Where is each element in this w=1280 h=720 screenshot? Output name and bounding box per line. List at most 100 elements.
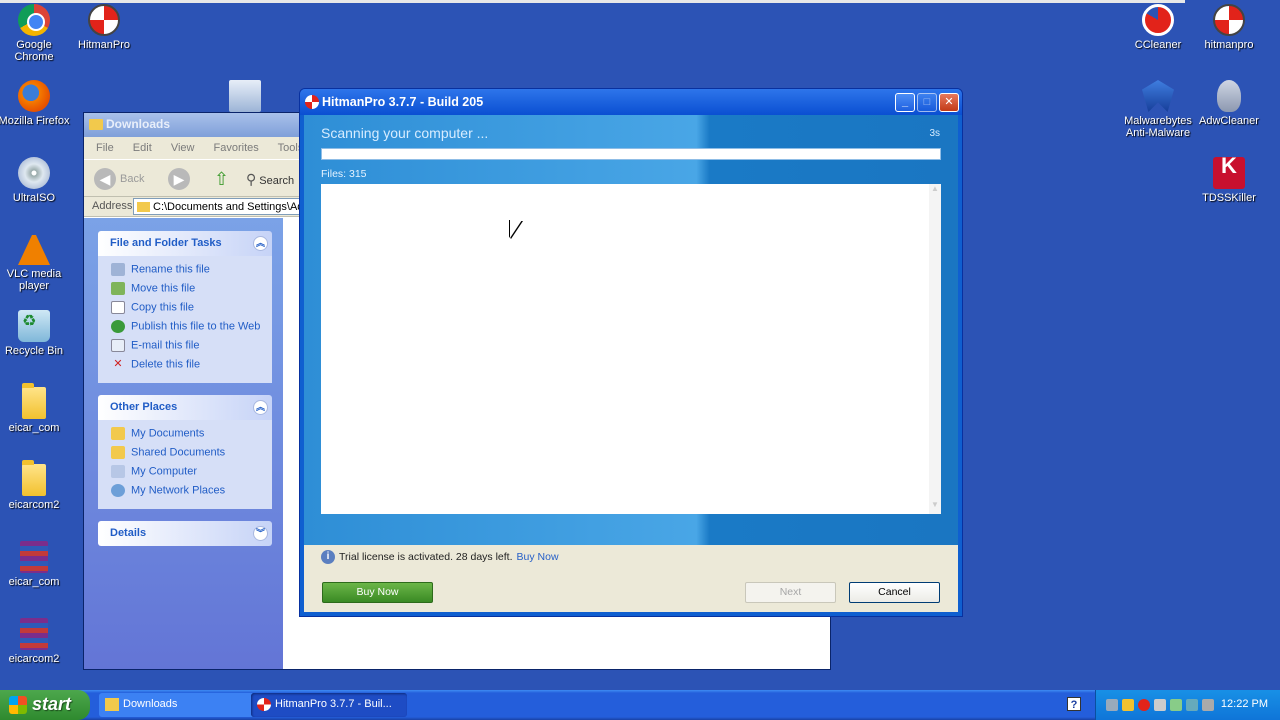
buy-now-button[interactable]: Buy Now (322, 582, 433, 603)
desktop-icon-eicar-com-archive[interactable]: eicar_com (0, 541, 72, 588)
desktop-icon-eicar-com-folder[interactable]: eicar_com (0, 383, 72, 434)
desktop-icon-hitmanpro[interactable]: HitmanPro (66, 4, 142, 51)
task-move[interactable]: Move this file (111, 282, 272, 301)
taskbar-item-hitmanpro[interactable]: HitmanPro 3.7.7 - Buil... (251, 693, 407, 717)
desktop-icon-label: hitmanpro (1204, 39, 1254, 51)
desktop-icon-tdsskiller[interactable]: TDSSKiller (1191, 157, 1267, 204)
folder-icon (111, 446, 125, 459)
close-button[interactable]: ✕ (939, 93, 959, 112)
tray-app-icon[interactable] (1202, 699, 1214, 711)
desktop-icon-chrome[interactable]: Google Chrome (0, 4, 72, 63)
menu-file[interactable]: File (96, 142, 114, 154)
folder-icon (111, 427, 125, 440)
task-rename[interactable]: Rename this file (111, 263, 272, 282)
collapse-icon[interactable]: ︽ (253, 236, 268, 251)
search-button[interactable]: ⚲ Search (246, 171, 294, 188)
desktop-icon-adwcleaner[interactable]: AdwCleaner (1191, 80, 1267, 127)
security-shield-icon[interactable] (1122, 699, 1134, 711)
desktop-icon-network[interactable] (207, 80, 283, 115)
maximize-button[interactable]: □ (917, 93, 937, 112)
network-tray-icon[interactable] (1106, 699, 1118, 711)
back-arrow-icon: ◀ (94, 168, 116, 190)
next-button[interactable]: Next (745, 582, 836, 603)
collapse-icon[interactable]: ︽ (253, 400, 268, 415)
back-button[interactable]: ◀ Back (94, 168, 144, 190)
hitmanpro-icon (88, 4, 120, 36)
minimize-button[interactable]: _ (895, 93, 915, 112)
desktop-icon-label: eicarcom2 (8, 499, 60, 511)
desktop-icon-firefox[interactable]: Mozilla Firefox (0, 80, 72, 127)
file-folder-tasks-header[interactable]: File and Folder Tasks ︽ (98, 231, 272, 256)
place-network[interactable]: My Network Places (111, 484, 272, 503)
place-my-computer[interactable]: My Computer (111, 465, 272, 484)
system-tray: 12:22 PM (1095, 690, 1280, 720)
drive-tray-icon[interactable] (1154, 699, 1166, 711)
other-places-panel: Other Places ︽ My Documents Shared Docum… (98, 395, 272, 509)
cancel-button[interactable]: Cancel (849, 582, 940, 603)
menu-favorites[interactable]: Favorites (214, 142, 259, 154)
desktop-icon-eicarcom2-folder[interactable]: eicarcom2 (0, 460, 72, 511)
firefox-icon (18, 80, 50, 112)
scan-results-list[interactable]: ▲ ▼ (321, 184, 941, 514)
network-icon (229, 80, 261, 112)
task-copy[interactable]: Copy this file (111, 301, 272, 320)
desktop-icon-ccleaner[interactable]: CCleaner (1120, 4, 1196, 51)
place-shared-documents[interactable]: Shared Documents (111, 446, 272, 465)
folder-icon (105, 698, 119, 711)
expand-icon[interactable]: ︾ (253, 526, 268, 541)
move-icon (111, 282, 125, 295)
copy-icon (111, 301, 125, 314)
hitmanpro-icon (257, 698, 271, 711)
folder-icon (137, 202, 150, 212)
tray-app-icon[interactable] (1170, 699, 1182, 711)
desktop-icon-label: Recycle Bin (4, 345, 64, 357)
hitmanpro-title: HitmanPro 3.7.7 - Build 205 (322, 95, 484, 109)
desktop-icon-label: Google Chrome (14, 39, 54, 63)
menu-edit[interactable]: Edit (133, 142, 152, 154)
desktop-icon-ultraiso[interactable]: UltraISO (0, 157, 72, 204)
desktop-icon-label: eicar_com (8, 422, 60, 434)
rename-icon (111, 263, 125, 276)
scan-panel: Scanning your computer ... 3s Files: 315… (304, 115, 958, 545)
hitmanpro-title-bar[interactable]: HitmanPro 3.7.7 - Build 205 _ □ ✕ (300, 89, 962, 115)
details-header[interactable]: Details ︾ (98, 521, 272, 546)
menu-view[interactable]: View (171, 142, 195, 154)
recycle-bin-icon (18, 310, 50, 342)
taskbar-item-downloads[interactable]: Downloads (99, 693, 255, 717)
help-icon[interactable]: ? (1067, 697, 1081, 711)
results-scrollbar[interactable]: ▲ ▼ (929, 184, 941, 514)
task-email[interactable]: E-mail this file (111, 339, 272, 358)
place-my-documents[interactable]: My Documents (111, 427, 272, 446)
panel-title: Other Places (110, 401, 178, 413)
buy-now-link[interactable]: Buy Now (517, 551, 559, 563)
desktop-icon-eicarcom2-archive[interactable]: eicarcom2 (0, 618, 72, 665)
up-folder-button[interactable]: ⇧ (214, 169, 229, 190)
scroll-down-icon[interactable]: ▼ (929, 500, 941, 514)
task-delete[interactable]: ✕ Delete this file (111, 358, 272, 377)
other-places-header[interactable]: Other Places ︽ (98, 395, 272, 420)
hitmanpro-tray-icon[interactable] (1138, 699, 1150, 711)
desktop-icon-recycle-bin[interactable]: Recycle Bin (0, 310, 72, 357)
info-icon: i (321, 550, 335, 564)
tdsskiller-icon (1213, 157, 1245, 189)
hitmanpro-window[interactable]: HitmanPro 3.7.7 - Build 205 _ □ ✕ Scanni… (299, 88, 963, 617)
desktop-icon-label: TDSSKiller (1202, 192, 1256, 204)
scroll-up-icon[interactable]: ▲ (929, 184, 941, 198)
desktop-icon-malwarebytes[interactable]: Malwarebytes Anti-Malware (1120, 80, 1196, 139)
license-text: Trial license is activated. 28 days left… (339, 550, 513, 563)
explorer-task-pane: File and Folder Tasks ︽ Rename this file… (84, 218, 283, 669)
hitmanpro-icon (305, 95, 319, 109)
desktop-icon-label: HitmanPro (78, 39, 130, 51)
globe-icon (111, 320, 125, 333)
adwcleaner-icon (1217, 80, 1241, 112)
tray-app-icon[interactable] (1186, 699, 1198, 711)
desktop-icon-hitmanpro-right[interactable]: hitmanpro (1191, 4, 1267, 51)
desktop-icon-vlc[interactable]: VLC media player (0, 233, 72, 292)
explorer-title: Downloads (106, 117, 171, 131)
start-button[interactable]: start (0, 690, 90, 720)
elapsed-time: 3s (929, 128, 940, 139)
chrome-icon (18, 4, 50, 36)
task-publish[interactable]: Publish this file to the Web (111, 320, 272, 339)
forward-button[interactable]: ▶ (168, 168, 194, 190)
address-label: Address (92, 200, 133, 212)
